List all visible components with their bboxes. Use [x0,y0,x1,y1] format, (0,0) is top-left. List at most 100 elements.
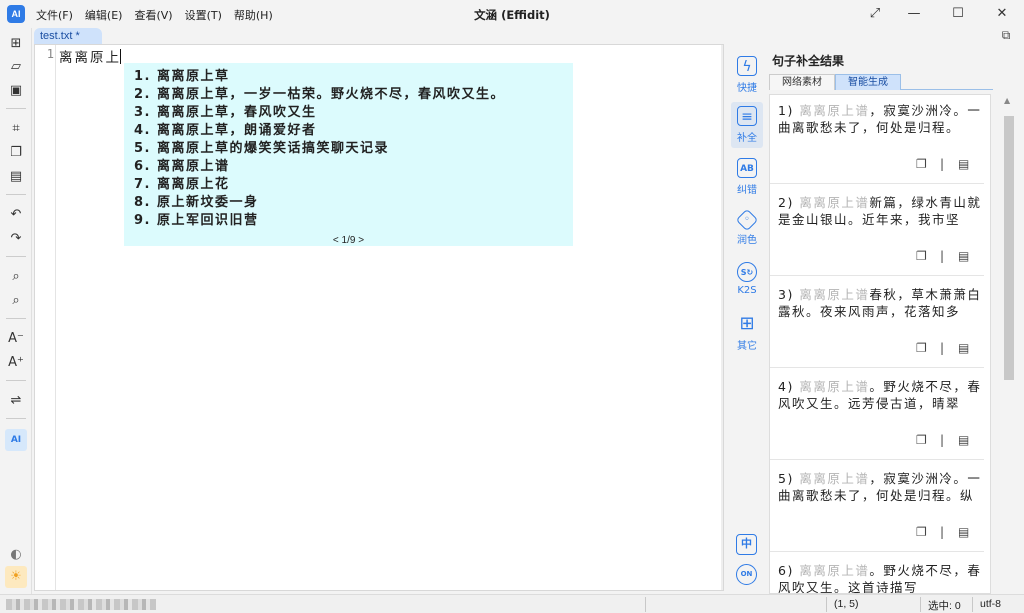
result-prefix: 离离原上谱 [799,379,870,394]
copy-icon[interactable]: ❐ [916,433,927,447]
result-text[interactable]: 2) 离离原上谱新篇，绿水青山就是金山银山。近年来，我市坚 [778,195,990,228]
toolbar-divider [6,256,26,257]
scrollbar-thumb[interactable] [1004,116,1014,380]
more-button[interactable]: ⊞ 其它 [731,310,763,356]
insert-icon[interactable]: ▤ [958,249,969,263]
title-bar: AI 文件(F) 编辑(E) 查看(V) 设置(T) 帮助(H) 文涵 (Eff… [0,0,1024,28]
menu-help[interactable]: 帮助(H) [234,7,273,23]
tab-test-txt[interactable]: test.txt * [34,28,102,44]
cursor-position: (1, 5) [834,598,859,610]
encoding-label[interactable]: utf-8 [980,598,1001,610]
restore-panel-icon[interactable]: ⧉ [998,28,1014,44]
language-toggle[interactable]: 中 [736,534,757,555]
menu-file[interactable]: 文件(F) [36,7,73,23]
quick-button[interactable]: ϟ 快捷 [731,52,763,98]
copy-icon[interactable]: ❐ [916,525,927,539]
suggestion-item[interactable]: 5. 离离原上草的爆笑笑话搞笑聊天记录 [134,140,505,158]
light-mode-icon[interactable]: ☀ [5,566,27,588]
toolbar-divider [6,108,26,109]
suggestion-item[interactable]: 1. 离离原上草 [134,68,505,86]
result-prefix: 离离原上谱 [799,103,870,118]
status-divider [920,597,921,612]
lightning-icon: ϟ [737,56,757,76]
editor-scrollbar[interactable] [721,45,723,590]
ai-assistant-icon[interactable]: AI [5,429,27,451]
word-wrap-icon[interactable]: ⇌ [5,390,27,412]
completion-label: 补全 [737,133,757,144]
toolbar-divider [6,380,26,381]
result-actions: ❐ | ▤ [916,433,976,449]
polish-label: 润色 [737,235,757,246]
copy-icon[interactable]: ❐ [5,142,27,164]
result-text[interactable]: 4) 离离原上谱。野火烧不尽，春风吹又生。远芳侵古道，晴翠 [778,379,990,412]
card-divider [770,183,984,184]
result-text[interactable]: 1) 离离原上谱，寂寞沙洲冷。一曲离歌愁未了，何处是归程。 [778,103,990,136]
suggestion-item[interactable]: 9. 原上军回识旧营 [134,212,505,230]
close-button[interactable]: ✕ [980,0,1024,28]
result-number: 3) [778,287,794,302]
card-divider [770,275,984,276]
suggestion-item[interactable]: 7. 离离原上花 [134,176,505,194]
result-number: 6) [778,563,794,578]
k2s-button[interactable]: S↻ K2S [731,258,763,304]
menu-view[interactable]: 查看(V) [134,7,172,23]
copy-icon[interactable]: ❐ [916,341,927,355]
tab-smart-generation[interactable]: 智能生成 [835,74,901,90]
insert-icon[interactable]: ▤ [958,525,969,539]
redo-icon[interactable]: ↷ [5,228,27,250]
power-toggle[interactable]: ON [736,564,757,585]
insert-icon[interactable]: ▤ [958,341,969,355]
result-card: 4) 离离原上谱。野火烧不尽，春风吹又生。远芳侵古道，晴翠 [778,379,990,412]
find-icon[interactable]: ⌕ [5,266,27,288]
proofread-button[interactable]: AB 纠错 [731,154,763,200]
suggestion-item[interactable]: 4. 离离原上草，朗诵爱好者 [134,122,505,140]
suggestion-pager[interactable]: < 1/9 > [124,235,573,246]
suggestion-item[interactable]: 3. 离离原上草，春风吹又生 [134,104,505,122]
result-text[interactable]: 6) 离离原上谱。野火烧不尽，春风吹又生。这首诗描写 [778,563,990,593]
crop-icon[interactable]: ⌗ [5,118,27,140]
minimize-button[interactable]: — [892,0,936,28]
maximize-button[interactable]: ☐ [936,0,980,28]
font-decrease-icon[interactable]: A⁻ [5,328,27,350]
k2s-icon: S↻ [737,262,757,282]
result-actions: ❐ | ▤ [916,525,976,541]
polish-button[interactable]: ◦ 润色 [731,206,763,252]
completion-panel: 句子补全结果 网络素材 智能生成 1) 离离原上谱，寂寞沙洲冷。一曲离歌愁未了，… [768,44,1024,594]
insert-icon[interactable]: ▤ [958,157,969,171]
panel-title: 句子补全结果 [772,54,845,68]
suggestion-item[interactable]: 2. 离离原上草，一岁一枯荣。野火烧不尽，春风吹又生。 [134,86,505,104]
new-file-icon[interactable]: ⊞ [5,33,27,55]
scroll-up-arrow[interactable]: ▲ [1004,96,1010,105]
expand-icon[interactable]: ⤢ [866,5,884,23]
result-card: 1) 离离原上谱，寂寞沙洲冷。一曲离歌愁未了，何处是归程。 [778,103,990,136]
panel-scrollbar[interactable] [1001,116,1015,594]
polish-icon: ◦ [735,208,759,232]
result-card: 3) 离离原上谱春秋，草木萧萧白露秋。夜来风雨声，花落知多 [778,287,990,320]
replace-icon[interactable]: ⌕ [5,290,27,312]
insert-icon[interactable]: ▤ [958,433,969,447]
tab-web-material[interactable]: 网络素材 [769,74,835,90]
undo-icon[interactable]: ↶ [5,204,27,226]
completion-button[interactable]: ≡ 补全 [731,102,763,148]
suggestion-item[interactable]: 8. 原上新坟委一身 [134,194,505,212]
editor-line[interactable]: 离离原上 [59,46,121,66]
menu-edit[interactable]: 编辑(E) [85,7,123,23]
paste-icon[interactable]: ▤ [5,166,27,188]
dark-mode-icon[interactable]: ◐ [5,544,27,566]
panel-tabs: 网络素材 智能生成 [769,74,993,90]
result-text[interactable]: 5) 离离原上谱，寂寞沙洲冷。一曲离歌愁未了，何处是归程。纵 [778,471,990,504]
card-divider [770,551,984,552]
save-icon[interactable]: ▣ [5,80,27,102]
copy-icon[interactable]: ❐ [916,249,927,263]
redacted-path [6,599,156,610]
copy-icon[interactable]: ❐ [916,157,927,171]
suggestion-item[interactable]: 6. 离离原上谱 [134,158,505,176]
feature-toolbar: ϟ 快捷 ≡ 补全 AB 纠错 ◦ 润色 S↻ K2S ⊞ 其它 中 ON [727,44,767,594]
font-increase-icon[interactable]: A⁺ [5,352,27,374]
status-divider [972,597,973,612]
menu-settings[interactable]: 设置(T) [185,7,222,23]
window-controls: — ☐ ✕ [892,0,1024,28]
result-text[interactable]: 3) 离离原上谱春秋，草木萧萧白露秋。夜来风雨声，花落知多 [778,287,990,320]
card-divider [770,367,984,368]
open-folder-icon[interactable]: ▱ [5,56,27,78]
